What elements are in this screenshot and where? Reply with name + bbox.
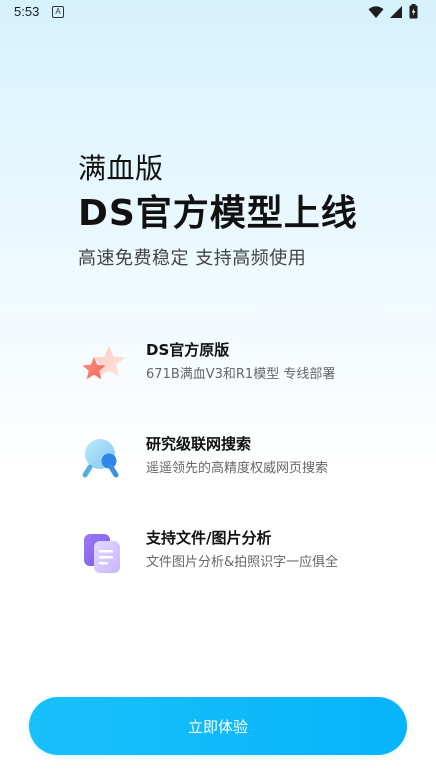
feature-title: 支持文件/图片分析 <box>146 529 272 547</box>
feature-desc: 671B满血V3和R1模型 专线部署 <box>146 367 336 382</box>
feature-title: DS官方原版 <box>146 341 230 359</box>
notification-icon: A <box>52 6 64 18</box>
document-icon <box>78 528 128 578</box>
feature-item-search: 研究级联网搜索 遥遥领先的高精度权威网页搜索 <box>78 428 418 522</box>
status-time: 5:53 <box>14 4 40 19</box>
status-icons <box>368 4 418 23</box>
feature-title: 研究级联网搜索 <box>146 435 252 453</box>
feature-item-files: 支持文件/图片分析 文件图片分析&拍照识字一应俱全 <box>78 522 418 616</box>
page-title: DS官方模型上线 <box>78 193 358 234</box>
battery-icon <box>409 4 418 23</box>
magnifier-icon <box>78 434 128 484</box>
signal-icon <box>390 4 403 23</box>
status-bar: 5:53 A <box>0 0 436 26</box>
wifi-icon <box>368 4 384 23</box>
star-icon <box>78 340 128 390</box>
feature-desc: 文件图片分析&拍照识字一应俱全 <box>146 555 339 570</box>
feature-list: DS官方原版 671B满血V3和R1模型 专线部署 研究级联网搜索 遥遥领先的高… <box>78 334 418 616</box>
feature-desc: 遥遥领先的高精度权威网页搜索 <box>146 461 329 476</box>
headline-subtitle: 高速免费稳定 支持高频使用 <box>78 248 307 269</box>
try-now-button[interactable]: 立即体验 <box>29 697 407 755</box>
headline-line1: 满血版 <box>78 152 164 185</box>
feature-item-official: DS官方原版 671B满血V3和R1模型 专线部署 <box>78 334 418 428</box>
headline: 满血版 DS官方模型上线 高速免费稳定 支持高频使用 <box>78 150 418 272</box>
